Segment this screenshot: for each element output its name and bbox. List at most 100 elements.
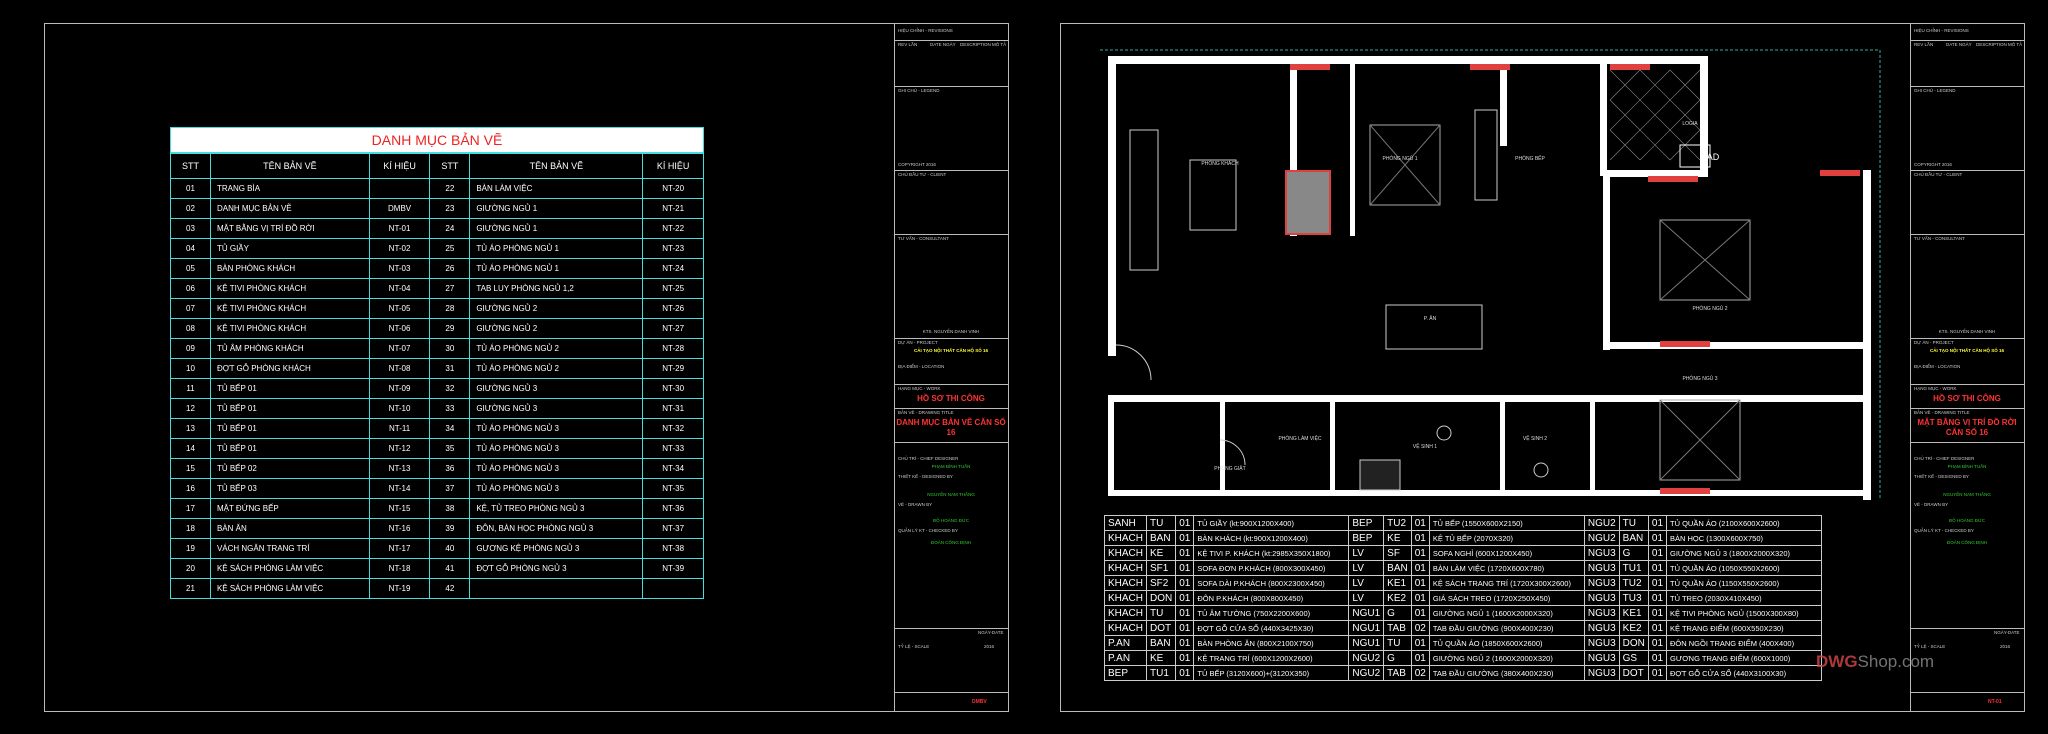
table-row: KHACH SF1 01 SOFA ĐƠN P.KHÁCH (800X300X450)… bbox=[1103, 560, 1823, 576]
table-cell: KE1 bbox=[1383, 575, 1412, 591]
table-cell: NGU3 bbox=[1583, 590, 1620, 606]
table-cell: 01 bbox=[1410, 650, 1430, 666]
table-cell: TAB ĐẦU GIƯỜNG (900X400X230) bbox=[1428, 620, 1585, 636]
table-cell: 01 bbox=[1647, 620, 1668, 636]
table-cell: ĐÔN NGỒI TRANG ĐIỂM (400X400) bbox=[1666, 635, 1823, 651]
table-row: P.AN KE 01 KỆ TRANG TRÍ (600X1200X2600) NGU2… bbox=[1103, 650, 1823, 666]
table-cell: LV bbox=[1348, 590, 1385, 606]
table-cell: KE2 bbox=[1618, 620, 1649, 636]
table-cell: TAB bbox=[1383, 665, 1412, 681]
table-cell: BÀN PHÒNG ĂN (800X2100X750) bbox=[1193, 635, 1350, 651]
table-cell: SOFA DÀI P.KHÁCH (800X2300X450) bbox=[1193, 575, 1350, 591]
table-cell: DON bbox=[1146, 590, 1177, 606]
table-cell: 01 bbox=[1175, 545, 1195, 561]
table-cell: 01 bbox=[1647, 590, 1668, 606]
table-row: KHACH BAN 01 BÀN KHÁCH (kt:900X1200X400) BEP… bbox=[1103, 530, 1823, 546]
table-cell: TU bbox=[1146, 515, 1177, 531]
table-cell: 01 bbox=[1175, 605, 1195, 621]
table-cell: NGU2 bbox=[1348, 665, 1385, 681]
table-cell: 01 bbox=[1175, 635, 1195, 651]
table-cell: 02 bbox=[1410, 620, 1430, 636]
table-cell: NGU3 bbox=[1583, 665, 1620, 681]
table-cell: 02 bbox=[1410, 665, 1430, 681]
table-cell: TU bbox=[1383, 635, 1412, 651]
table-cell: 01 bbox=[1647, 560, 1668, 576]
table-cell: 01 bbox=[1647, 515, 1668, 531]
table-cell: NGU3 bbox=[1583, 605, 1620, 621]
table-cell: TU1 bbox=[1618, 560, 1649, 576]
table-row: KHACH TU 01 TỦ ÂM TƯỜNG (750X2200X600) NGU1 G… bbox=[1103, 605, 1823, 621]
table-cell: GƯƠNG TRANG ĐIỂM (600X1000) bbox=[1666, 650, 1823, 666]
table-cell: LV bbox=[1348, 545, 1385, 561]
table-cell: TU bbox=[1146, 605, 1177, 621]
table-cell: BAN bbox=[1618, 530, 1649, 546]
table-cell: 01 bbox=[1175, 590, 1195, 606]
table-cell: G bbox=[1618, 545, 1649, 561]
table-cell: BÀN LÀM VIỆC (1720X600X780) bbox=[1428, 560, 1585, 576]
table-cell: GIÁ SÁCH TREO (1720X250X450) bbox=[1428, 590, 1585, 606]
table-cell: P.AN bbox=[1103, 650, 1148, 666]
table-cell: KHACH bbox=[1103, 530, 1148, 546]
table-cell: 01 bbox=[1410, 605, 1430, 621]
table-cell: 01 bbox=[1647, 530, 1668, 546]
table-cell: KỆ TIVI P. KHÁCH (kt:2985X350X1800) bbox=[1193, 545, 1350, 561]
table-cell: 01 bbox=[1410, 590, 1430, 606]
table-cell: NGU1 bbox=[1348, 605, 1385, 621]
table-cell: 01 bbox=[1175, 530, 1195, 546]
table-cell: NGU2 bbox=[1348, 650, 1385, 666]
table-row: KHACH DON 01 ĐÔN P.KHÁCH (800X800X450) LV KE2… bbox=[1103, 590, 1823, 606]
table-cell: KỆ TIVI PHÒNG NGỦ (1500X300X80) bbox=[1666, 605, 1823, 621]
table-cell: SANH bbox=[1103, 515, 1148, 531]
table-cell: KE1 bbox=[1618, 605, 1649, 621]
table-cell: NGU1 bbox=[1348, 635, 1385, 651]
table-cell: TU2 bbox=[1618, 575, 1649, 591]
table-cell: NGU1 bbox=[1348, 620, 1385, 636]
table-cell: BÀN KHÁCH (kt:900X1200X400) bbox=[1193, 530, 1350, 546]
table-cell: KHACH bbox=[1103, 620, 1148, 636]
table-cell: KE bbox=[1146, 545, 1177, 561]
table-cell: KHACH bbox=[1103, 560, 1148, 576]
table-cell: 01 bbox=[1647, 665, 1668, 681]
table-cell: 01 bbox=[1410, 575, 1430, 591]
table-cell: KỆ TỦ BẾP (2070X320) bbox=[1428, 530, 1585, 546]
table-cell: NGU2 bbox=[1583, 515, 1620, 531]
table-cell: NGU3 bbox=[1583, 650, 1620, 666]
table-row: P.AN BAN 01 BÀN PHÒNG ĂN (800X2100X750) NGU1… bbox=[1103, 635, 1823, 651]
table-cell: 01 bbox=[1410, 635, 1430, 651]
table-row: SANH TU 01 TỦ GIẦY (kt:900X1200X400) BEP TU2 0… bbox=[1103, 515, 1823, 531]
table-cell: BEP bbox=[1348, 515, 1385, 531]
table-cell: TỦ BẾP (1550X600X2150) bbox=[1428, 515, 1585, 531]
table-cell: 01 bbox=[1175, 575, 1195, 591]
table-cell: ĐỢT GỖ CỬA SỔ (440X3425X30) bbox=[1193, 620, 1350, 636]
table-cell: 01 bbox=[1410, 560, 1430, 576]
table-cell: KHACH bbox=[1103, 545, 1148, 561]
table-cell: BAN bbox=[1146, 530, 1177, 546]
table-cell: GIƯỜNG NGỦ 1 (1600X2000X320) bbox=[1428, 605, 1585, 621]
table-cell: TAB bbox=[1383, 620, 1412, 636]
table-cell: TU2 bbox=[1383, 515, 1412, 531]
furniture-schedule-table: SANH TU 01 TỦ GIẦY (kt:900X1200X400) BEP TU2 0… bbox=[1103, 515, 1823, 681]
table-cell: G bbox=[1383, 605, 1412, 621]
table-cell: TU bbox=[1618, 515, 1649, 531]
table-cell: P.AN bbox=[1103, 635, 1148, 651]
table-cell: TAB ĐẦU GIƯỜNG (380X400X230) bbox=[1428, 665, 1585, 681]
table-cell: NGU3 bbox=[1583, 575, 1620, 591]
table-cell: SOFA NGHỈ (600X1200X450) bbox=[1428, 545, 1585, 561]
table-cell: TỦ QUẦN ÁO (1850X600X2600) bbox=[1428, 635, 1585, 651]
table-cell: TỦ TREO (2030X410X450) bbox=[1666, 590, 1823, 606]
logia-hatch bbox=[1609, 69, 1701, 161]
table-cell: TU1 bbox=[1146, 665, 1177, 681]
table-cell: GIƯỜNG NGỦ 3 (1800X2000X320) bbox=[1666, 545, 1823, 561]
table-row: KHACH KE 01 KỆ TIVI P. KHÁCH (kt:2985X350X1… bbox=[1103, 545, 1823, 561]
table-cell: SF2 bbox=[1146, 575, 1177, 591]
table-cell: BEP bbox=[1348, 530, 1385, 546]
table-cell: KHACH bbox=[1103, 590, 1148, 606]
table-cell: 01 bbox=[1175, 620, 1195, 636]
table-cell: 01 bbox=[1175, 665, 1195, 681]
table-cell: KHACH bbox=[1103, 575, 1148, 591]
table-cell: LV bbox=[1348, 575, 1385, 591]
table-cell: NGU3 bbox=[1583, 635, 1620, 651]
table-row: KHACH SF2 01 SOFA DÀI P.KHÁCH (800X2300X450… bbox=[1103, 575, 1823, 591]
windows bbox=[1285, 64, 1860, 494]
table-cell: TỦ QUẦN ÁO (2100X600X2600) bbox=[1666, 515, 1823, 531]
